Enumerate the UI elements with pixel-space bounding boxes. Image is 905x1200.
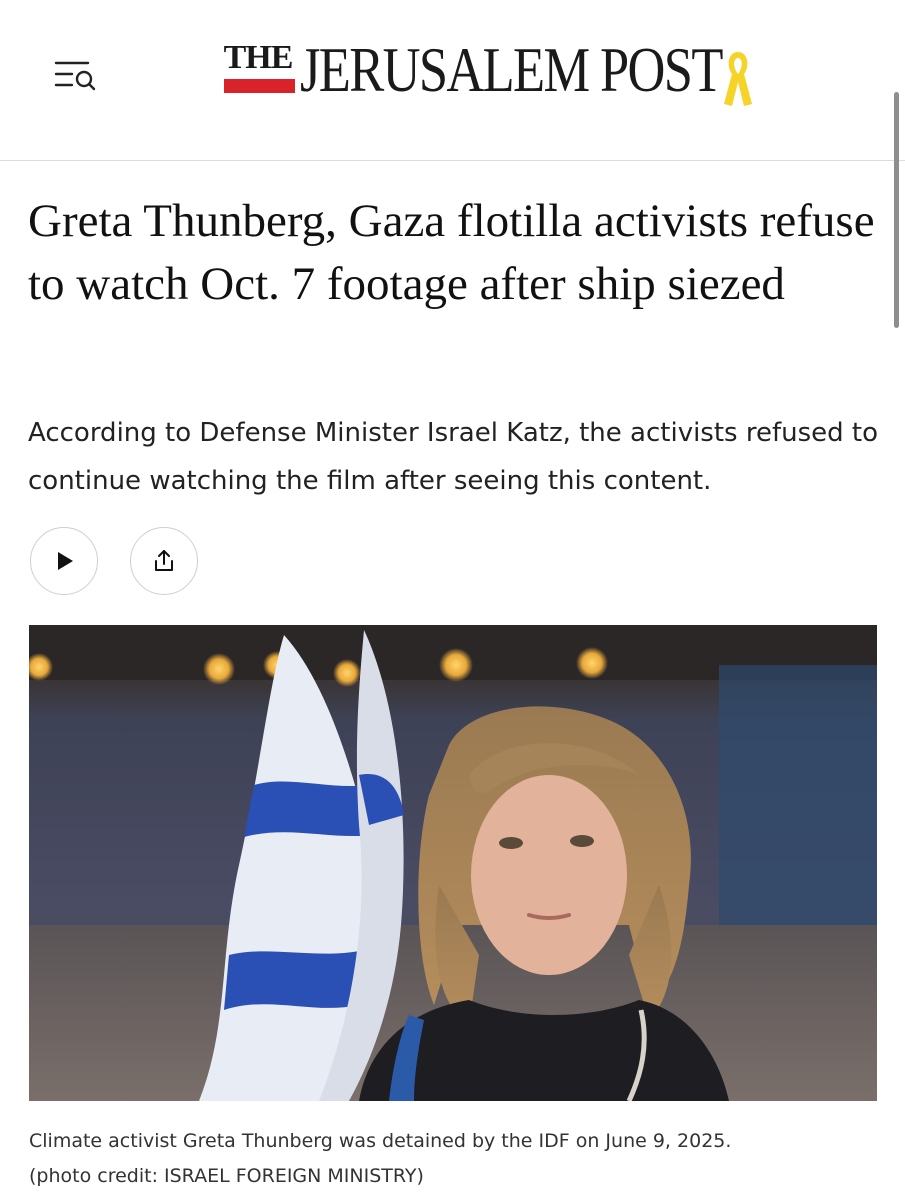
caption-text: Climate activist Greta Thunberg was deta… [29,1130,732,1152]
menu-search-button[interactable] [50,55,100,95]
photo-illustration [29,625,877,1101]
scrollbar-thumb[interactable] [894,92,899,328]
photo-caption: Climate activist Greta Thunberg was deta… [29,1124,889,1194]
play-audio-button[interactable] [30,527,98,595]
logo-wordmark: JERUSALEM POST [300,34,723,105]
article-headline: Greta Thunberg, Gaza flotilla activists … [28,195,875,310]
yellow-ribbon-icon [724,52,752,106]
menu-search-icon [54,61,96,91]
article-subheadline: According to Defense Minister Israel Kat… [28,418,879,496]
site-header: THE JERUSALEM POST [0,0,905,161]
share-button[interactable] [130,527,198,595]
share-icon [155,550,173,571]
logo-red-bar [224,79,295,93]
photo-credit: (photo credit: ISRAEL FOREIGN MINISTRY) [29,1165,424,1187]
site-logo[interactable]: THE JERUSALEM POST [220,34,760,118]
article-photo [29,625,877,1101]
play-icon [58,552,73,570]
